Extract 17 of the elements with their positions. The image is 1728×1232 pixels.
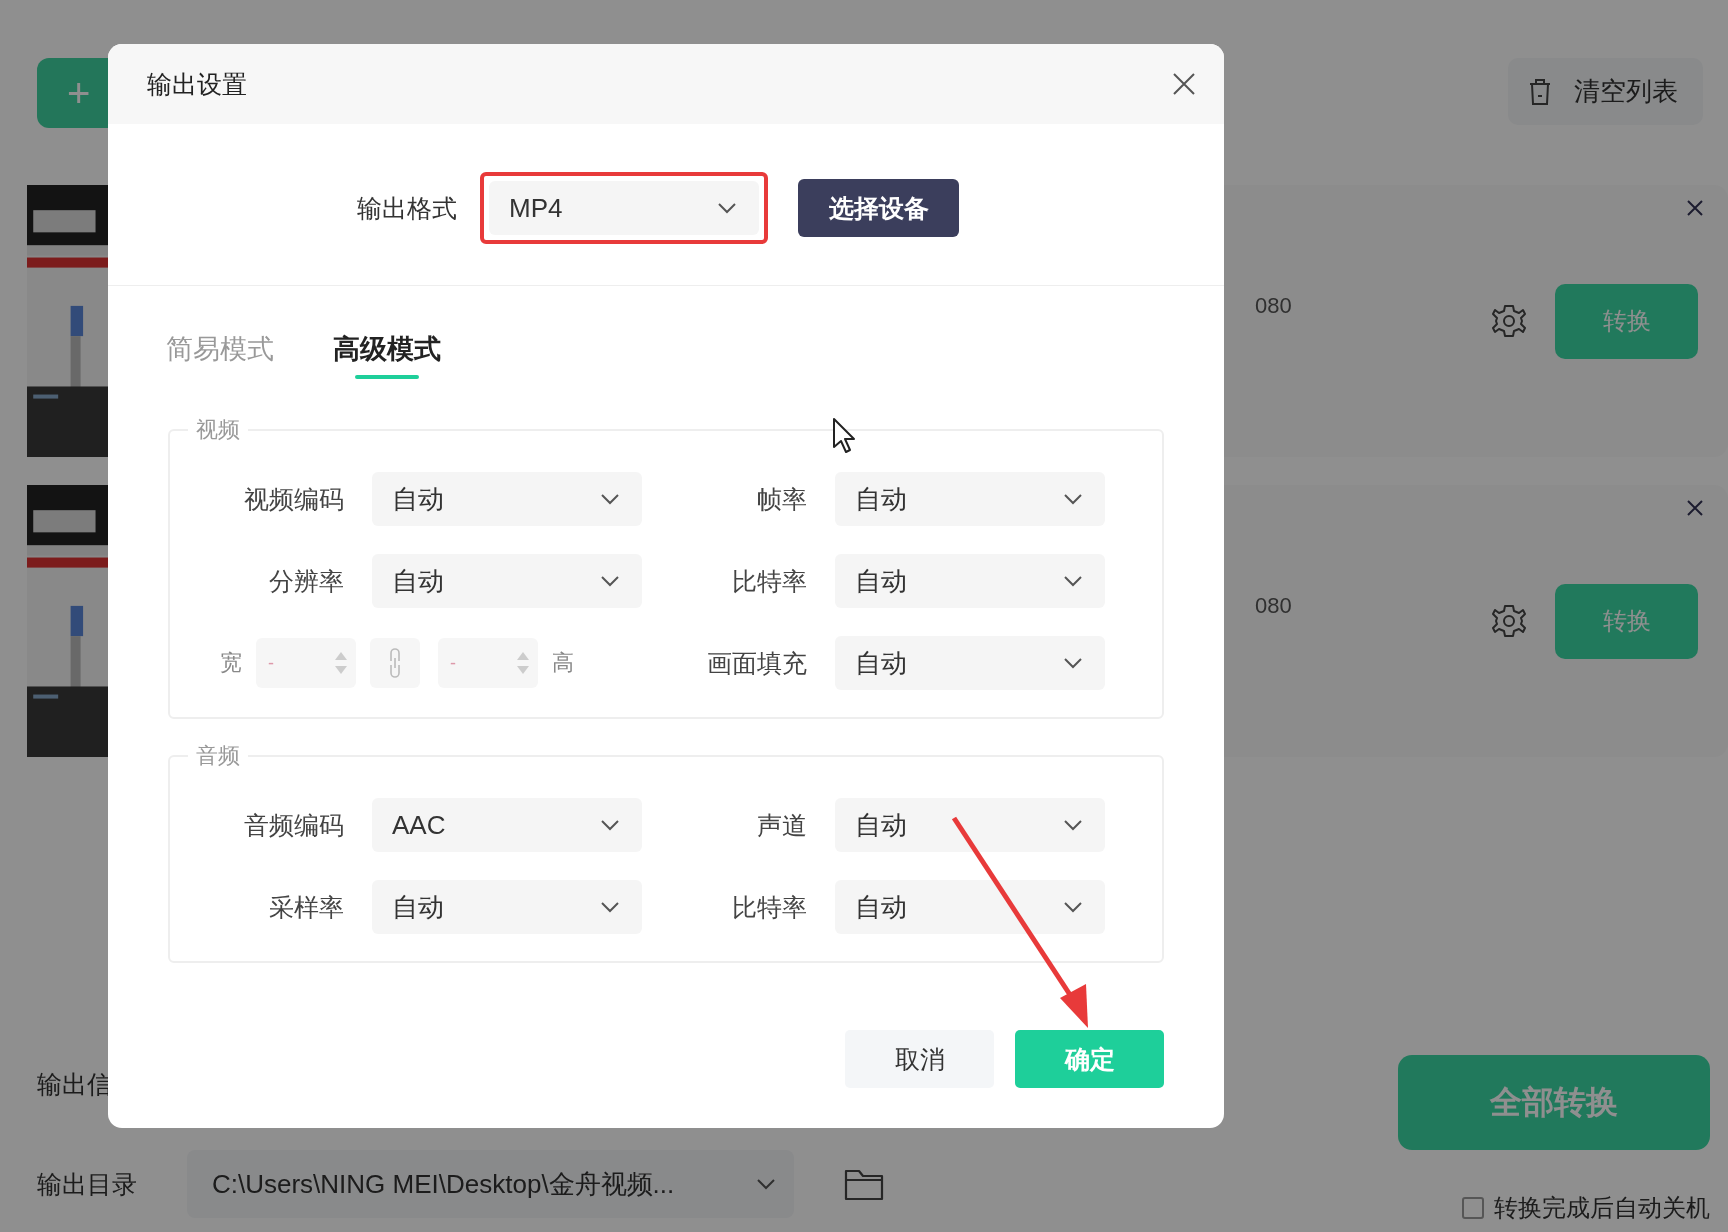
field-label: 帧率 <box>756 483 808 515</box>
field-label: 输出格式 <box>357 192 457 224</box>
field-label: 分辨率 <box>268 565 345 597</box>
resolution-text: 080 <box>1255 593 1292 619</box>
field-label: 比特率 <box>731 565 808 597</box>
field-label: 声道 <box>756 809 808 841</box>
resolution-text: 080 <box>1255 293 1292 319</box>
field-label: 宽 <box>220 649 242 677</box>
output-folder-label: 输出目录 <box>37 1168 137 1200</box>
dialog-title: 输出设置 <box>147 68 247 100</box>
checkbox-label: 转换完成后自动关机 <box>1494 1193 1710 1223</box>
field-label: 音频编码 <box>243 809 345 841</box>
field-label: 视频编码 <box>243 483 345 515</box>
field-label: 高 <box>552 649 574 677</box>
field-label: 画面填充 <box>706 647 808 679</box>
field-label: 采样率 <box>268 891 345 923</box>
field-label: 比特率 <box>731 891 808 923</box>
